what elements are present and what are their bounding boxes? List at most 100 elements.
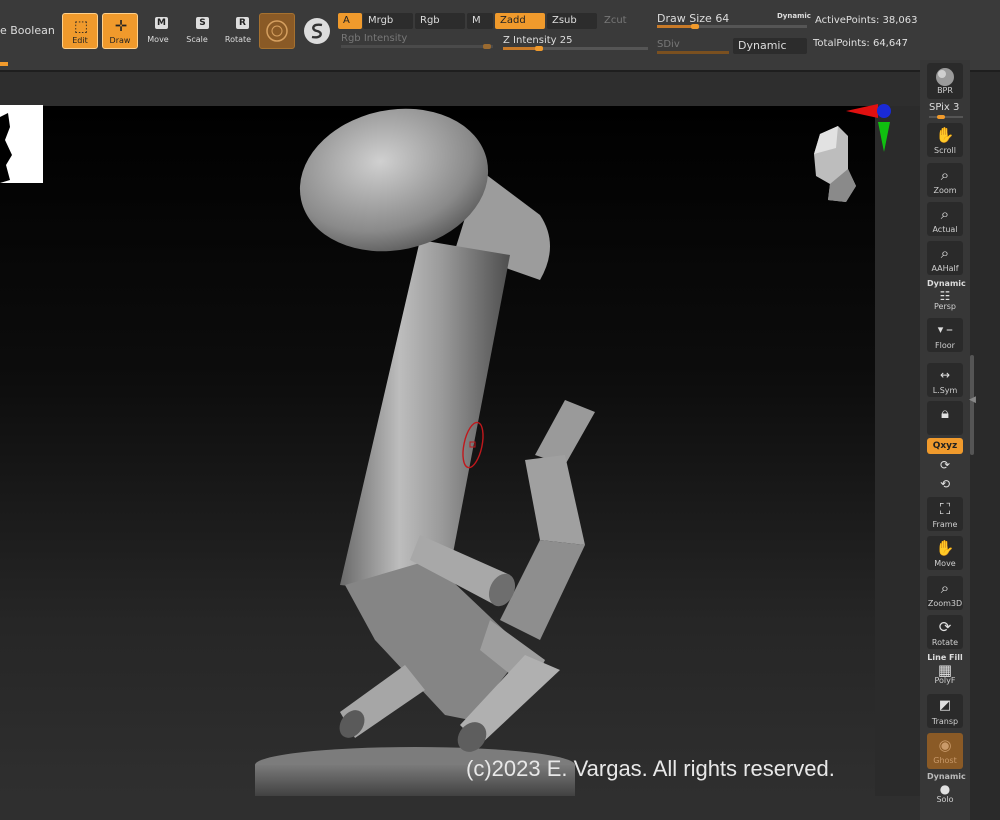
- z-intensity-slider[interactable]: Z Intensity 25: [503, 34, 648, 51]
- scale-label: Scale: [186, 35, 208, 44]
- spix-knob[interactable]: [937, 115, 945, 119]
- bottom-bar: [0, 796, 920, 820]
- z-intensity-knob[interactable]: [535, 46, 544, 51]
- material-sphere-icon: [266, 20, 288, 42]
- scale-button[interactable]: S Scale: [179, 13, 215, 49]
- actual-button[interactable]: ⌕ Actual: [927, 202, 963, 236]
- rgb-toggle[interactable]: Rgb: [415, 13, 465, 29]
- rotate-button[interactable]: R Rotate: [220, 13, 256, 49]
- bpr-sphere-icon: [936, 68, 954, 86]
- thumbnail-silhouette: [0, 113, 12, 183]
- rgb-intensity-knob[interactable]: [483, 44, 491, 49]
- collapse-arrow-icon[interactable]: ◀: [969, 395, 976, 405]
- move-view-button[interactable]: ✋ Move: [927, 536, 963, 570]
- z-intensity-label: Z Intensity: [503, 35, 557, 46]
- actual-magnifier-icon: ⌕: [940, 205, 950, 223]
- rotate-view-label: Rotate: [931, 638, 959, 647]
- solo-icon: ●: [939, 782, 951, 796]
- rgb-intensity-label: Rgb Intensity: [341, 33, 408, 44]
- scroll-label: Scroll: [934, 146, 956, 155]
- scale-key-icon: S: [196, 17, 209, 29]
- active-points-label: ActivePoints:: [815, 15, 880, 26]
- a-toggle[interactable]: A: [338, 13, 362, 29]
- lock-button[interactable]: 🔒︎: [927, 401, 963, 435]
- dynamic-button[interactable]: Dynamic: [733, 38, 807, 54]
- rotate-z-toggle[interactable]: ⟲: [927, 475, 963, 493]
- spix-value: 3: [953, 102, 960, 113]
- mrgb-toggle[interactable]: Mrgb: [363, 13, 413, 29]
- rotate-view-button[interactable]: ⟳ Rotate: [927, 615, 963, 649]
- sdiv-label: SDiv: [657, 39, 680, 50]
- axis-gizmo[interactable]: [842, 100, 892, 154]
- draw-button[interactable]: ✛ Draw: [102, 13, 138, 49]
- zoom-button[interactable]: ⌕ Zoom: [927, 163, 963, 197]
- scroll-button[interactable]: ✋ Scroll: [927, 123, 963, 157]
- zsub-toggle[interactable]: Zsub: [547, 13, 597, 29]
- edit-icon: ⬚: [73, 17, 89, 35]
- lsym-label: L.Sym: [932, 386, 958, 395]
- draw-size-value: 64: [715, 12, 730, 25]
- symmetry-arrows-icon: ↔: [939, 368, 951, 382]
- floor-button[interactable]: ▾ ⎯ Floor: [927, 318, 963, 352]
- move-button[interactable]: M Move: [140, 13, 176, 49]
- zadd-toggle[interactable]: Zadd: [495, 13, 545, 29]
- boolean-progress-marker: [0, 62, 8, 66]
- z-intensity-fill: [503, 47, 540, 50]
- xyz-button[interactable]: Qxyz: [927, 438, 963, 454]
- ghost-icon: ◉: [938, 736, 952, 754]
- zcut-toggle[interactable]: Zcut: [599, 13, 647, 29]
- boolean-label[interactable]: e Boolean: [0, 24, 55, 37]
- magnifier-icon: ⌕: [940, 166, 950, 184]
- viewport-canvas[interactable]: [0, 106, 875, 796]
- ghost-button[interactable]: ◉ Ghost: [927, 733, 963, 769]
- aahalf-magnifier-icon: ⌕: [940, 244, 950, 262]
- zoom-label: Zoom: [933, 186, 957, 195]
- polyframe-icon: ▦: [937, 661, 953, 679]
- transp-label: Transp: [931, 717, 959, 726]
- solo-button[interactable]: Dynamic ● Solo: [927, 772, 966, 806]
- zoom3d-button[interactable]: ⌕ Zoom3D: [927, 576, 963, 610]
- lock-icon: 🔒︎: [941, 404, 949, 422]
- total-points-label: TotalPoints:: [813, 38, 870, 49]
- move-key-icon: M: [155, 17, 168, 29]
- hand-icon: ✋: [935, 126, 955, 144]
- draw-label: Draw: [109, 36, 131, 45]
- frame-button[interactable]: ⛶ Frame: [927, 497, 963, 531]
- material-swatch[interactable]: [259, 13, 295, 49]
- aahalf-button[interactable]: ⌕ AAHalf: [927, 241, 963, 275]
- edit-button[interactable]: ⬚ Edit: [62, 13, 98, 49]
- active-points-value: 38,063: [882, 15, 918, 26]
- move-label: Move: [147, 35, 169, 44]
- zoom3d-label: Zoom3D: [927, 599, 963, 608]
- stroke-s-icon: [304, 18, 330, 44]
- draw-size-knob[interactable]: [690, 24, 699, 29]
- polyf-button[interactable]: Line Fill ▦ PolyF: [927, 653, 963, 687]
- move-hand-icon: ✋: [935, 539, 955, 557]
- rotate-label: Rotate: [224, 35, 252, 44]
- persp-button[interactable]: Dynamic ☷ Persp: [927, 279, 966, 311]
- floor-icon: ▾ ⎯: [937, 323, 953, 336]
- rotate-y-toggle[interactable]: ⟳: [927, 456, 963, 474]
- sdiv-slider[interactable]: SDiv: [657, 38, 729, 54]
- active-points: ActivePoints: 38,063: [815, 15, 918, 26]
- copyright-watermark: (c)2023 E. Vargas. All rights reserved.: [466, 756, 835, 781]
- grid-icon: ☷: [939, 289, 951, 303]
- rgb-intensity-slider[interactable]: Rgb Intensity: [341, 32, 493, 49]
- shelf-scrollbar[interactable]: [970, 355, 974, 455]
- draw-size-fill: [657, 25, 695, 28]
- stroke-selector[interactable]: [300, 14, 334, 48]
- lsym-button[interactable]: ↔ L.Sym: [927, 363, 963, 397]
- draw-size-dynamic-toggle[interactable]: Dynamic: [777, 12, 811, 20]
- spix-slider[interactable]: SPix 3: [929, 102, 963, 119]
- reference-thumbnail[interactable]: [0, 105, 43, 183]
- actual-label: Actual: [932, 225, 958, 234]
- xyz-gizmo-icon: [846, 104, 891, 152]
- rgb-intensity-track: [341, 45, 493, 48]
- bpr-button[interactable]: BPR: [927, 63, 963, 99]
- floor-label: Floor: [935, 341, 955, 350]
- draw-icon: ✛: [114, 17, 128, 35]
- sculpt-model: [255, 108, 595, 796]
- transp-button[interactable]: ◩ Transp: [927, 694, 963, 728]
- m-toggle[interactable]: M: [467, 13, 493, 29]
- edit-label: Edit: [72, 36, 88, 45]
